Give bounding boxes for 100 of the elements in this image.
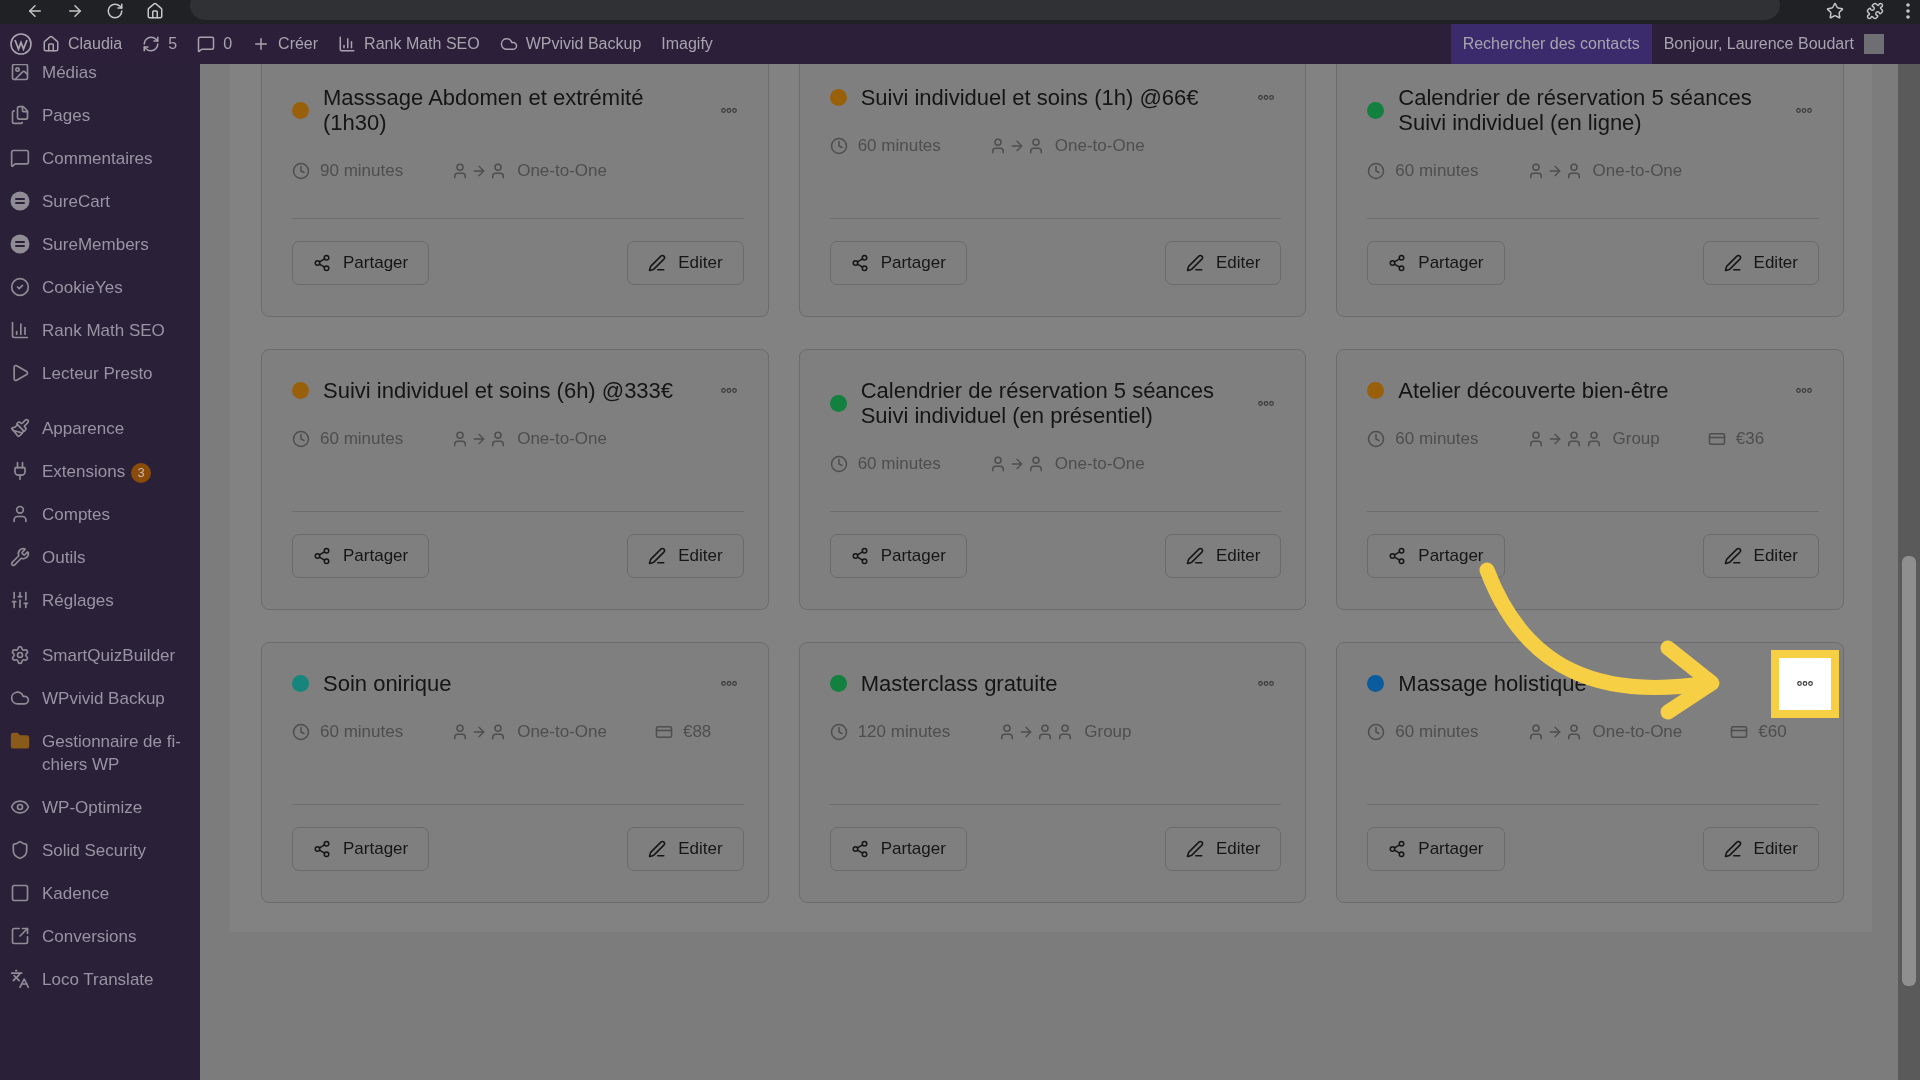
sidebar-item[interactable]: WPvivid Backup <box>0 677 200 720</box>
clock-icon <box>292 430 310 448</box>
edit-button[interactable]: Editer <box>1164 827 1282 871</box>
clock-icon <box>292 723 310 741</box>
admin-bar-item[interactable]: 0 <box>187 24 243 64</box>
share-button[interactable]: Partager <box>1367 241 1505 285</box>
share-button[interactable]: Partager <box>1367 827 1505 871</box>
edit-button[interactable]: Editer <box>627 534 744 578</box>
sidebar-item[interactable]: SmartQuizBuilder <box>0 634 200 677</box>
sidebar-item[interactable]: Kadence <box>0 872 200 915</box>
sidebar-item[interactable]: Commentaires <box>0 137 200 180</box>
event-title: Suivi individuel et soins (1h) @66€ <box>860 85 1200 110</box>
edit-button[interactable]: Editer <box>1702 241 1819 285</box>
credit-card-icon <box>654 723 673 741</box>
sidebar-item[interactable]: Loco Translate <box>0 958 200 1001</box>
sidebar-item[interactable]: WP-Optimize <box>0 786 200 829</box>
external-square-icon <box>10 926 30 946</box>
event-title: Atelier découverte bien-être <box>1398 378 1670 403</box>
more-icon <box>1796 388 1812 393</box>
edit-button[interactable]: Editer <box>1164 241 1282 285</box>
admin-bar-item[interactable]: Créer <box>242 24 329 64</box>
sidebar-item[interactable]: Médias <box>0 64 200 94</box>
sidebar-item[interactable]: Conversions <box>0 915 200 958</box>
folder-icon <box>10 731 30 751</box>
admin-bar-item[interactable]: Claudia <box>32 24 133 64</box>
puzzle-icon <box>1866 2 1884 20</box>
edit-button[interactable]: Editer <box>1702 534 1819 578</box>
share-icon <box>850 547 869 565</box>
share-button[interactable]: Partager <box>829 241 967 285</box>
sidebar-item[interactable]: Solid Security <box>0 829 200 872</box>
sidebar-item[interactable]: Pages <box>0 94 200 137</box>
clock-icon <box>1367 723 1386 741</box>
sidebar-item[interactable]: Apparence <box>0 407 200 450</box>
account-menu[interactable]: Bonjour, Laurence Boudart <box>1651 34 1898 54</box>
circle-lines-icon <box>10 234 30 254</box>
share-button[interactable]: Partager <box>292 534 430 578</box>
sidebar-item[interactable]: Comptes <box>0 493 200 536</box>
share-icon <box>313 254 331 272</box>
sidebar-item[interactable]: CookieYes <box>0 266 200 309</box>
sidebar-item[interactable]: Réglages <box>0 579 200 622</box>
event-title: Massage holistique <box>1398 671 1588 696</box>
event-title: Suivi individuel et soins (6h) @333€ <box>323 378 675 403</box>
sidebar-item[interactable]: Extensions 3 <box>0 450 200 493</box>
shield-icon <box>10 840 30 860</box>
sidebar-item[interactable]: Rank Math SEO <box>0 309 200 352</box>
share-icon <box>1388 254 1407 272</box>
clock-icon <box>829 137 848 155</box>
sidebar-item[interactable]: Lecteur Presto <box>0 352 200 395</box>
media-icon <box>10 64 30 82</box>
clock-icon <box>1367 430 1386 448</box>
star-icon <box>1826 2 1844 20</box>
pencil-icon <box>1723 547 1742 565</box>
wrench-icon <box>10 547 30 567</box>
cloud-icon <box>499 35 518 53</box>
share-icon <box>1388 547 1407 565</box>
home-icon <box>146 2 164 20</box>
kebab-menu-icon[interactable] <box>1906 3 1910 19</box>
share-button[interactable]: Partager <box>829 534 967 578</box>
more-icon <box>720 681 737 686</box>
admin-bar-item[interactable]: WPvivid Backup <box>489 24 652 64</box>
share-icon <box>313 840 331 858</box>
more-icon <box>1258 681 1275 686</box>
sidebar-item[interactable]: SureMembers <box>0 223 200 266</box>
event-title: Masssage Abdomen et extrémité (1h30) <box>323 85 645 135</box>
admin-bar-item[interactable]: 5 <box>132 24 188 64</box>
edit-button[interactable]: Editer <box>1702 827 1819 871</box>
admin-bar-item[interactable]: Rank Math SEO <box>328 24 490 64</box>
edit-button[interactable]: Editer <box>627 827 744 871</box>
gear-icon <box>10 645 30 665</box>
pages-icon <box>10 105 30 125</box>
pencil-icon <box>1185 254 1204 272</box>
admin-bar-item[interactable]: Imagify <box>651 24 723 64</box>
event-title: Masterclass gratuite <box>860 671 1059 696</box>
edit-button[interactable]: Editer <box>627 241 744 285</box>
count-badge: 3 <box>131 462 152 483</box>
sidebar-item[interactable]: Outils <box>0 536 200 579</box>
event-title: Soin onirique <box>323 671 453 696</box>
share-button[interactable]: Partager <box>292 241 430 285</box>
wordpress-logo-icon[interactable] <box>10 33 32 55</box>
refresh-icon <box>142 35 161 53</box>
scrollbar[interactable] <box>1898 64 1920 1080</box>
pencil-icon <box>648 547 667 565</box>
share-button[interactable]: Partager <box>829 827 967 871</box>
sidebar-item[interactable]: Gestionnaire de fi-chiers WP <box>0 720 200 786</box>
share-icon <box>1388 840 1407 858</box>
translate-icon <box>10 969 30 989</box>
pencil-icon <box>1185 547 1204 565</box>
play-icon <box>10 363 30 383</box>
pencil-icon <box>1185 840 1204 858</box>
share-icon <box>313 547 331 565</box>
circle-lines-icon <box>10 191 30 211</box>
share-button[interactable]: Partager <box>292 827 430 871</box>
share-button[interactable]: Partager <box>1367 534 1505 578</box>
sidebar-item[interactable]: SureCart <box>0 180 200 223</box>
more-icon <box>1258 95 1275 100</box>
credit-card-icon <box>1707 430 1726 448</box>
edit-button[interactable]: Editer <box>1164 534 1282 578</box>
search-contacts-link[interactable]: Rechercher des contacts <box>1450 24 1652 64</box>
square-icon <box>10 883 30 903</box>
chart-icon <box>338 35 357 53</box>
